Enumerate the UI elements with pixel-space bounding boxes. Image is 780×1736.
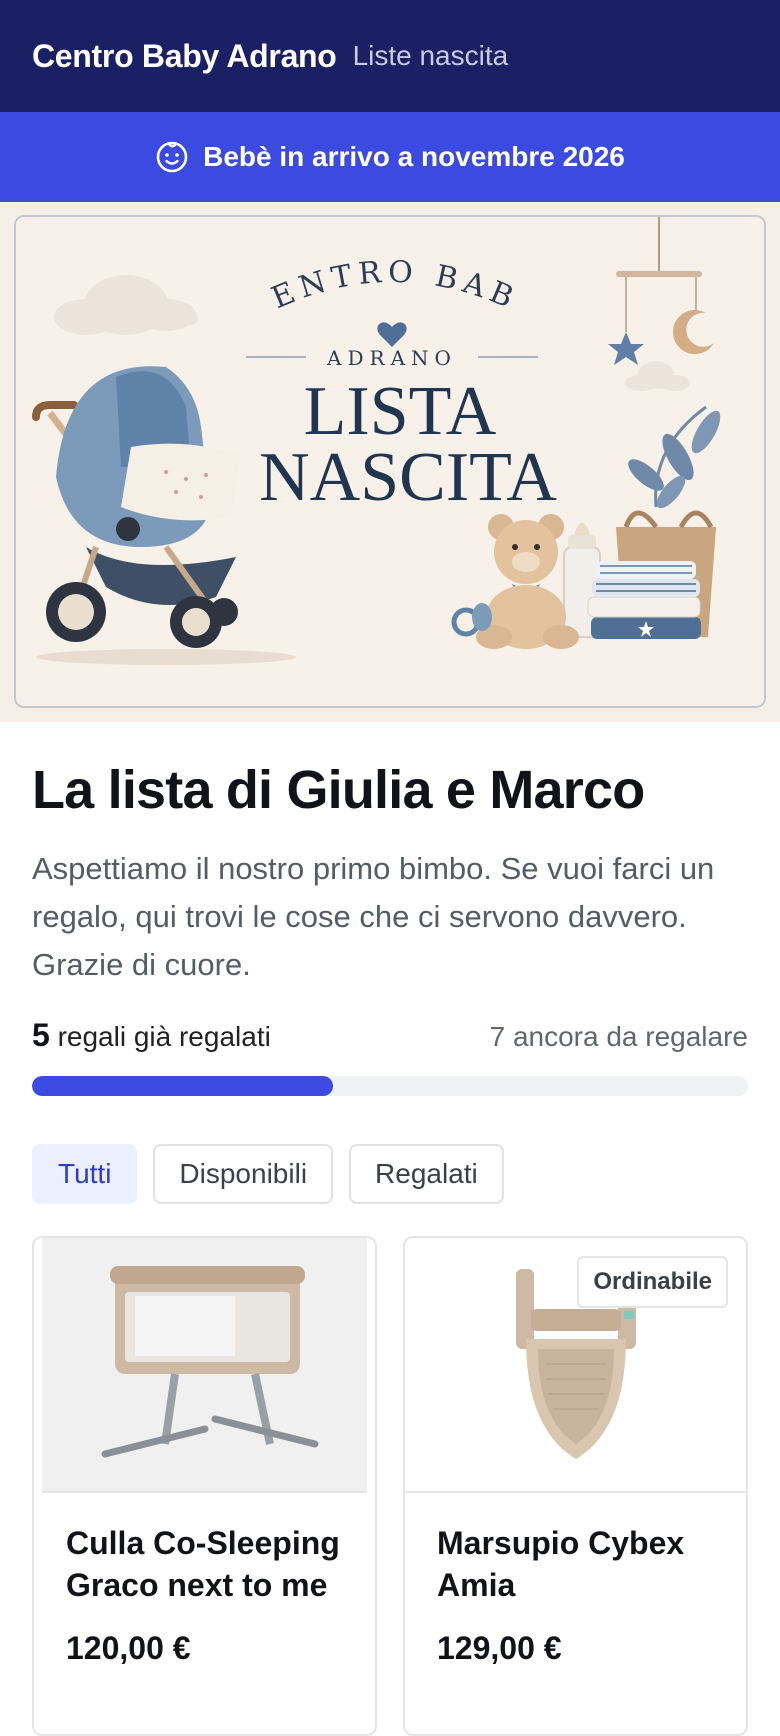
brand-subtitle[interactable]: Liste nascita (353, 40, 509, 72)
progress-bar (32, 1075, 748, 1096)
product-grid: Culla Co-Sleeping Graco next to me 120,0… (32, 1235, 748, 1736)
product-info: Culla Co-Sleeping Graco next to me 120,0… (34, 1493, 375, 1697)
hero-section: CENTRO BABY ADRANO LISTA NASCITA (0, 202, 780, 722)
baby-face-icon (156, 141, 188, 173)
hero-title-line2: NASCITA (259, 439, 557, 516)
product-image[interactable]: Ordinabile (405, 1237, 746, 1493)
product-image[interactable] (42, 1237, 367, 1493)
gifted-label: regali già regalati (57, 1020, 271, 1052)
filter-tabs: Tutti Disponibili Regalati (32, 1143, 748, 1204)
gifted-summary: 5 regali già regalati (32, 1017, 271, 1054)
registry-content: La lista di Giulia e Marco Aspettiamo il… (0, 758, 780, 1736)
folded-clothes-icon (587, 561, 701, 639)
announcement-banner: Bebè in arrivo a novembre 2026 (0, 112, 780, 202)
product-info: Marsupio Cybex Amia 129,00 € (405, 1493, 746, 1697)
progress-summary: 5 regali già regalati 7 ancora da regala… (32, 1017, 748, 1054)
product-name[interactable]: Marsupio Cybex Amia (437, 1523, 714, 1606)
product-name[interactable]: Culla Co-Sleeping Graco next to me (66, 1523, 343, 1606)
product-card[interactable]: Ordinabile Marsupio Cybex Amia 129,00 € (403, 1235, 748, 1736)
product-card[interactable]: Culla Co-Sleeping Graco next to me 120,0… (32, 1235, 377, 1736)
filter-tab-all[interactable]: Tutti (32, 1143, 138, 1204)
brand-name[interactable]: Centro Baby Adrano (32, 38, 337, 75)
hero-banner: CENTRO BABY ADRANO LISTA NASCITA (14, 215, 766, 708)
gifted-count: 5 (32, 1016, 50, 1053)
bassinet-image (101, 1266, 318, 1458)
availability-badge: Ordinabile (577, 1255, 728, 1308)
list-description: Aspettiamo il nostro primo bimbo. Se vuo… (32, 850, 715, 982)
filter-tab-available[interactable]: Disponibili (153, 1143, 334, 1204)
product-price: 129,00 € (437, 1630, 562, 1667)
remaining-label: 7 ancora da regalare (489, 1020, 748, 1052)
product-price: 120,00 € (66, 1630, 191, 1667)
heart-icon (377, 322, 407, 347)
top-bar: Centro Baby Adrano Liste nascita (0, 0, 780, 112)
mobile-toy-icon (608, 217, 714, 365)
filter-tab-gifted[interactable]: Regalati (349, 1143, 504, 1204)
list-title: La lista di Giulia e Marco (32, 760, 645, 820)
stroller-icon (32, 366, 296, 665)
hero-illustration: CENTRO BABY ADRANO LISTA NASCITA (16, 217, 721, 665)
pacifier-icon (451, 603, 492, 637)
hero-location: ADRANO (326, 346, 457, 370)
progress-bar-fill (32, 1075, 333, 1096)
announcement-text: Bebè in arrivo a novembre 2026 (203, 141, 625, 172)
